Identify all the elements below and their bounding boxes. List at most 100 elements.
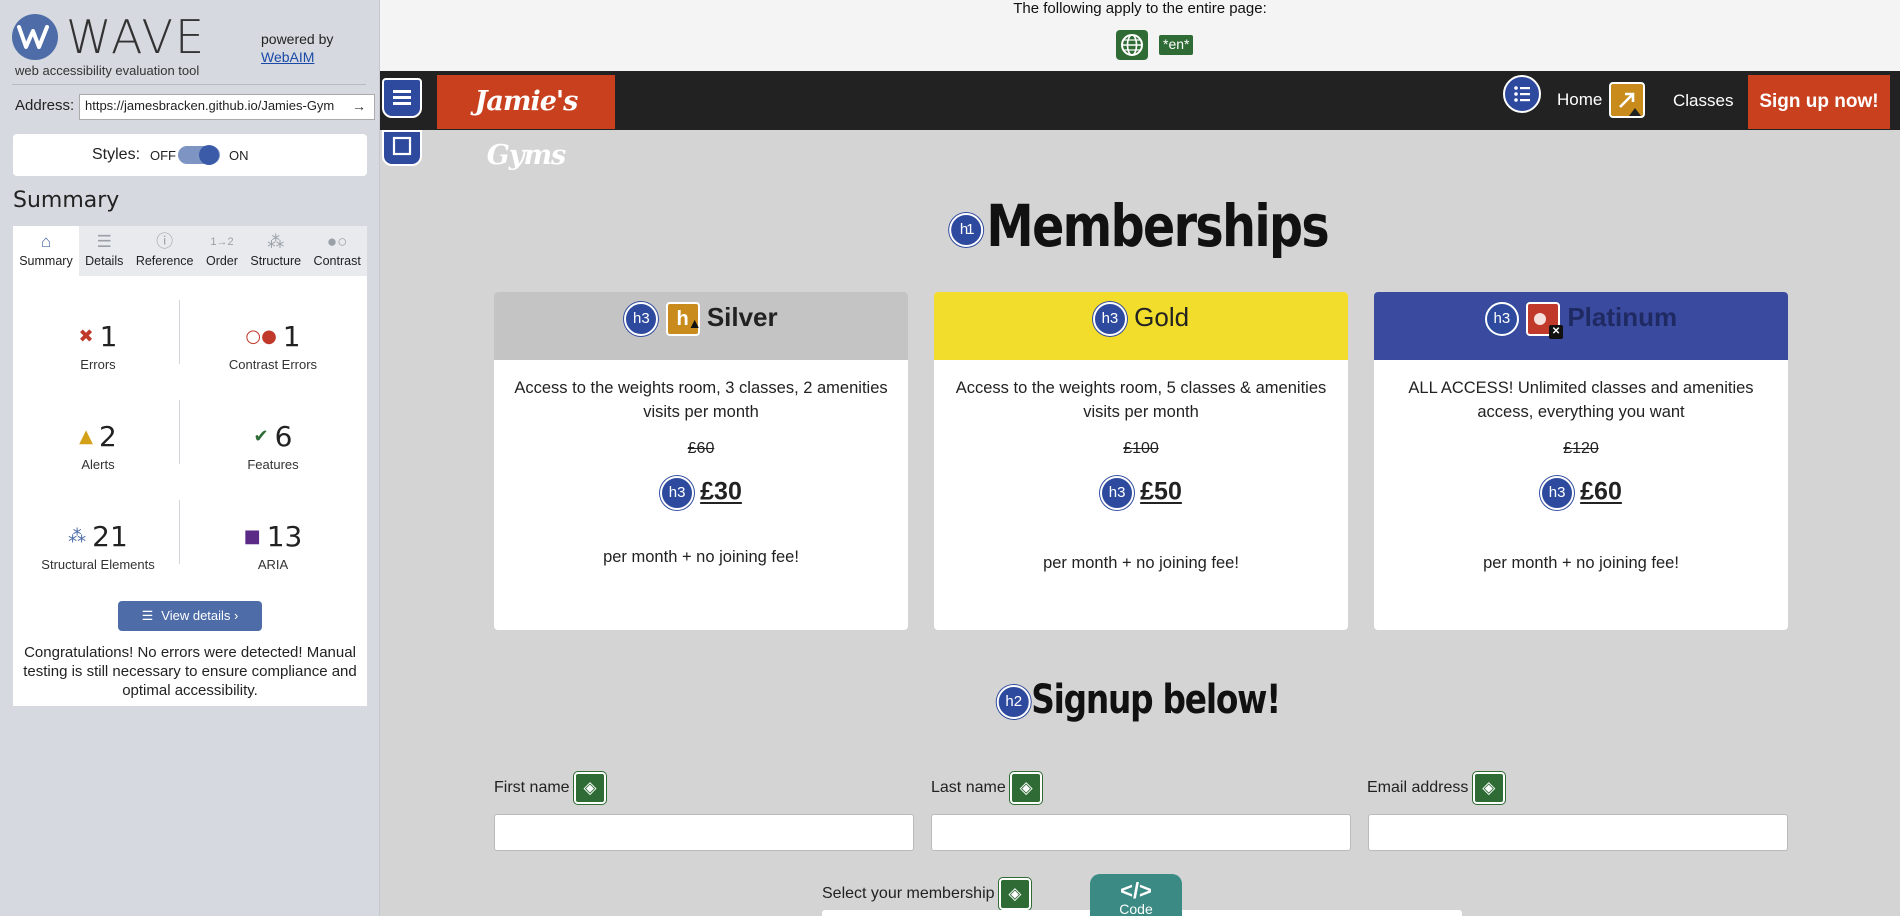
memberships-heading: Memberships	[986, 192, 1329, 260]
stat-structural[interactable]: ⁂ 21 Structural Elements	[18, 520, 178, 572]
skipped-heading-alert-icon[interactable]: h ▲	[665, 302, 702, 337]
email-label: Email address ◈	[1367, 772, 1505, 804]
nav-signup-button[interactable]: Sign up now!	[1748, 75, 1890, 129]
alerts-count: 2	[99, 420, 117, 453]
tab-label: Structure	[250, 254, 302, 268]
list-icon[interactable]	[1503, 75, 1541, 113]
h3-badge-icon[interactable]: h3	[624, 302, 659, 337]
styles-on-label: ON	[229, 148, 249, 163]
tab-reference[interactable]: ⓘ Reference	[130, 226, 200, 276]
h1-badge-icon[interactable]: h1	[948, 212, 983, 247]
webaim-link[interactable]: WebAIM	[261, 48, 333, 66]
h3-badge-icon[interactable]: h3	[660, 476, 695, 510]
structural-count: 21	[92, 520, 128, 553]
label-tag-icon[interactable]: ◈	[1472, 772, 1505, 804]
styles-toggle[interactable]	[178, 145, 220, 165]
h3-badge-icon[interactable]: h3	[1540, 476, 1575, 510]
aria-label: ARIA	[257, 557, 289, 572]
card-note: per month + no joining fee!	[1043, 554, 1239, 572]
label-tag-icon[interactable]: ◈	[574, 772, 607, 804]
last-name-label: Last name ◈	[931, 772, 1043, 804]
congrats-message: Congratulations! No errors were detected…	[23, 644, 357, 699]
card-body: Access to the weights room, 5 classes & …	[934, 360, 1348, 573]
list-icon: ☰	[141, 608, 154, 623]
tab-summary[interactable]: ⌂ Summary	[13, 226, 79, 276]
h3-badge-icon[interactable]: h3	[1092, 302, 1127, 337]
card-old-price: £120	[1563, 440, 1599, 457]
powered-by: powered by WebAIM	[261, 30, 333, 66]
tab-contrast[interactable]: ●○ Contrast	[307, 226, 367, 276]
stat-contrast-errors[interactable]: ○● 1 Contrast Errors	[193, 320, 353, 372]
address-input[interactable]: https://jamesbracken.github.io/Jamies-Gy…	[79, 94, 375, 120]
code-toggle-button[interactable]: </> Code	[1090, 874, 1182, 916]
tab-structure[interactable]: ⁂ Structure	[244, 226, 307, 276]
alerts-label: Alerts	[81, 457, 115, 472]
card-note: per month + no joining fee!	[603, 548, 799, 566]
last-name-input[interactable]	[931, 814, 1351, 851]
page-title: h1 Memberships	[517, 192, 1763, 260]
region-icon[interactable]	[382, 130, 422, 166]
card-header: h3 ✕ Platinum	[1374, 292, 1788, 360]
list-icon: ☰	[96, 232, 112, 251]
email-label-text: Email address	[1367, 779, 1469, 797]
signup-heading-text: Signup below!	[1031, 677, 1281, 723]
stat-aria[interactable]: ■ 13 ARIA	[193, 520, 353, 572]
stat-alerts[interactable]: ▲ 2 Alerts	[18, 420, 178, 472]
wave-sidebar: WAVE web accessibility evaluation tool p…	[0, 0, 380, 916]
list-icon[interactable]	[382, 78, 422, 118]
email-input[interactable]	[1368, 814, 1788, 851]
card-price-value: £30	[700, 477, 742, 506]
powered-by-text: powered by	[261, 31, 334, 47]
membership-select-label: Select your membership ◈	[822, 878, 1031, 910]
tab-details[interactable]: ☰ Details	[79, 226, 130, 276]
globe-icon[interactable]	[1116, 30, 1148, 60]
stat-features[interactable]: ✔ 6 Features	[193, 420, 353, 472]
info-icon: ⓘ	[156, 232, 174, 251]
features-label: Features	[247, 457, 299, 472]
view-details-label: View details ›	[161, 608, 239, 623]
arrow-right-icon[interactable]: →	[352, 98, 366, 114]
contrast-count: 1	[282, 320, 301, 353]
card-price-value: £60	[1580, 477, 1622, 506]
styles-toggle-panel: Styles: OFF ON	[13, 134, 367, 176]
card-body: Access to the weights room, 3 classes, 2…	[494, 360, 908, 567]
stat-errors[interactable]: ✖ 1 Errors	[18, 320, 178, 372]
membership-label-text: Select your membership	[822, 885, 995, 903]
nav-classes-link[interactable]: Classes	[1673, 91, 1733, 111]
code-icon: </>	[1120, 878, 1152, 903]
card-body: ALL ACCESS! Unlimited classes and amenit…	[1374, 360, 1788, 573]
tab-order[interactable]: 1→2 Order	[200, 226, 244, 276]
label-tag-icon[interactable]: ◈	[998, 878, 1031, 910]
last-name-label-text: Last name	[931, 779, 1006, 797]
view-details-button[interactable]: ☰ View details ›	[118, 601, 262, 631]
card-name: Gold	[1134, 302, 1190, 332]
error-icon: ✖	[78, 326, 94, 347]
card-description: Access to the weights room, 3 classes, 2…	[514, 379, 888, 421]
aria-icon: ■	[243, 526, 261, 547]
card-old-price: £100	[1123, 440, 1159, 457]
language-badge[interactable]: *en*	[1159, 35, 1194, 55]
contrast-error-icon: ○●	[245, 326, 277, 347]
h3-badge-icon[interactable]: h3	[1484, 302, 1519, 337]
card-name: Silver	[706, 302, 778, 332]
h3-badge-icon[interactable]: h3	[1100, 476, 1135, 510]
site-brand[interactable]: Jamie's Gyms	[437, 75, 615, 171]
first-name-input[interactable]	[494, 814, 914, 851]
nav-home-link[interactable]: Home	[1557, 90, 1602, 110]
summary-panel: ✖ 1 Errors ○● 1 Contrast Errors ▲ 2 Alerts …	[13, 276, 367, 706]
contrast-label: Contrast Errors	[228, 357, 318, 372]
h2-badge-icon[interactable]: h2	[996, 685, 1032, 719]
divider	[12, 84, 366, 85]
styles-label: Styles:	[92, 146, 141, 163]
tab-label: Reference	[135, 254, 194, 268]
membership-card-platinum: h3 ✕ Platinum ALL ACCESS! Unlimited clas…	[1374, 292, 1788, 630]
first-name-label-text: First name	[494, 779, 570, 797]
redundant-link-alert-icon[interactable]	[1609, 82, 1645, 118]
contrast-error-icon[interactable]: ✕	[1526, 302, 1564, 340]
wave-tabs: ⌂ Summary ☰ Details ⓘ Reference 1→2 Orde…	[13, 226, 367, 276]
tab-label: Contrast	[313, 254, 361, 268]
card-price: h3 £60	[1392, 476, 1770, 510]
errors-count: 1	[99, 320, 118, 353]
label-tag-icon[interactable]: ◈	[1010, 772, 1043, 804]
order-icon: 1→2	[210, 236, 234, 248]
